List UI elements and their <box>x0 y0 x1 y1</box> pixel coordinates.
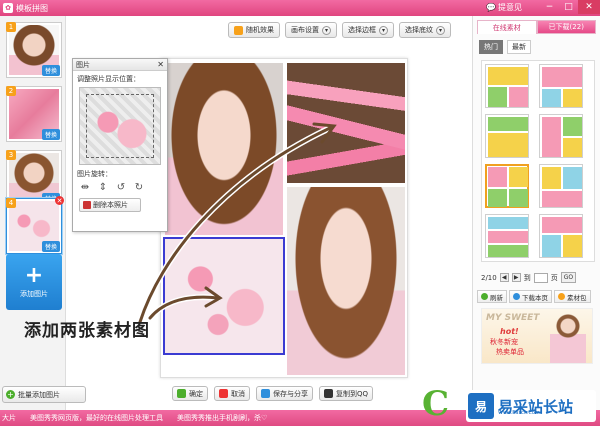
replace-button[interactable]: 替换 <box>41 65 60 76</box>
next-page-button[interactable]: ▶ <box>511 273 521 282</box>
app-icon: ✿ <box>3 3 13 13</box>
annotation-text: 添加两张素材图 <box>24 321 150 341</box>
chat-icon: 💬 <box>486 3 496 12</box>
cancel-button[interactable]: 取消 <box>214 386 250 401</box>
thumbnail-4[interactable]: 4 ✕ 替换 <box>5 196 64 255</box>
plus-icon: + <box>24 263 44 288</box>
template-item-selected[interactable] <box>485 164 529 208</box>
add-circle-icon: + <box>6 390 15 399</box>
template-item[interactable] <box>485 214 529 258</box>
random-effect-button[interactable]: 随机效果 <box>228 22 280 38</box>
thumbnail-column: 1 替换 2 替换 3 替换 4 ✕ 替换 + 添加图片 + 批量添加图片 <box>0 16 86 410</box>
refresh-button[interactable]: 刷新 <box>477 290 507 303</box>
chevron-down-icon: ▾ <box>322 25 331 35</box>
batch-add-button[interactable]: + 批量添加图片 <box>2 386 86 403</box>
trash-icon <box>83 201 91 209</box>
dice-icon <box>234 25 243 35</box>
thumbnail-number: 3 <box>6 150 16 160</box>
collage-photo-1[interactable] <box>165 63 283 235</box>
chevron-down-icon: ▾ <box>379 25 388 35</box>
check-icon <box>177 389 186 398</box>
delete-photo-button[interactable]: 删除本照片 <box>79 198 141 212</box>
pagination: 2/10 ◀ ▶ 到 页 GO <box>481 272 577 283</box>
title-bar: ✿ 模板拼图 💬 提意见 − □ ✕ <box>0 0 600 16</box>
rotate-left-icon[interactable]: ↺ <box>115 181 127 193</box>
toolbar: 随机效果 画布设置 ▾ 选择边框 ▾ 选择底纹 ▾ <box>228 22 451 38</box>
flip-horizontal-icon[interactable]: ⇹ <box>79 181 91 193</box>
tab-online-materials[interactable]: 在线素材 <box>477 20 537 34</box>
ok-button[interactable]: 确定 <box>172 386 208 401</box>
model-image <box>550 313 586 363</box>
rotate-right-icon[interactable]: ↻ <box>133 181 145 193</box>
template-item[interactable] <box>539 114 583 158</box>
thumbnail-1[interactable]: 1 替换 <box>6 22 62 78</box>
replace-button[interactable]: 替换 <box>41 241 60 252</box>
template-item[interactable] <box>539 164 583 208</box>
close-icon[interactable]: ✕ <box>157 60 164 69</box>
site-logo: 易 <box>468 393 494 419</box>
collage-photo-2[interactable] <box>287 63 405 183</box>
action-buttons: 确定 取消 保存与分享 复制到QQ <box>172 386 374 401</box>
canvas-settings-button[interactable]: 画布设置 ▾ <box>285 22 337 38</box>
save-share-button[interactable]: 保存与分享 <box>256 386 313 401</box>
copy-to-qq-button[interactable]: 复制到QQ <box>319 386 374 401</box>
feedback-link[interactable]: 💬 提意见 <box>486 2 522 13</box>
status-link[interactable]: 美图秀秀网页版，最好的在线图片处理工具 <box>30 413 163 423</box>
thumbnail-number: 2 <box>6 86 16 96</box>
collage-canvas <box>160 58 408 378</box>
package-icon <box>558 293 565 300</box>
template-grid <box>481 60 595 262</box>
subtab-hot[interactable]: 热门 <box>479 40 503 54</box>
delete-icon[interactable]: ✕ <box>55 196 64 205</box>
select-border-button[interactable]: 选择边框 ▾ <box>342 22 394 38</box>
position-preview[interactable] <box>79 87 161 165</box>
advertisement-banner[interactable]: MY SWEET hot! 秋冬新宠 热卖单品 <box>481 308 593 364</box>
collage-photo-3[interactable] <box>287 187 405 375</box>
go-button[interactable]: GO <box>560 272 577 283</box>
add-image-button[interactable]: + 添加图片 <box>6 254 62 310</box>
photo-settings-panel: 图片 ✕ 调整照片显示位置： 图片旋转： ⇹ ⇕ ↺ ↻ 删除本照片 <box>72 58 168 232</box>
crop-frame[interactable] <box>86 94 154 158</box>
qq-icon <box>324 389 333 398</box>
photo-panel-header[interactable]: 图片 ✕ <box>73 59 167 71</box>
template-item[interactable] <box>539 64 583 108</box>
page-input[interactable] <box>533 272 548 283</box>
collage-photo-4-selected[interactable] <box>163 237 285 355</box>
refresh-icon <box>481 293 488 300</box>
select-texture-button[interactable]: 选择底纹 ▾ <box>399 22 451 38</box>
maximize-button[interactable]: □ <box>559 0 578 14</box>
close-button[interactable]: ✕ <box>578 0 600 14</box>
flip-vertical-icon[interactable]: ⇕ <box>97 181 109 193</box>
watermark: C 易 易采站长站 Www.Easck.Com <box>420 384 600 426</box>
chevron-down-icon: ▾ <box>436 25 445 35</box>
thumbnail-number: 4 <box>6 198 16 208</box>
rotate-label: 图片旋转： <box>77 170 112 178</box>
thumbnail-2[interactable]: 2 替换 <box>6 86 62 142</box>
save-icon <box>261 389 270 398</box>
cancel-icon <box>219 389 228 398</box>
position-label: 调整照片显示位置： <box>77 75 140 83</box>
template-item[interactable] <box>485 114 529 158</box>
thumbnail-number: 1 <box>6 22 16 32</box>
replace-button[interactable]: 替换 <box>41 129 60 140</box>
prev-page-button[interactable]: ◀ <box>499 273 509 282</box>
tab-downloaded[interactable]: 已下载(22) <box>536 20 596 34</box>
minimize-button[interactable]: − <box>540 0 559 14</box>
status-link[interactable]: 美图秀秀推出手机剧刷，杀♡ <box>177 413 267 423</box>
download-icon <box>513 293 520 300</box>
template-item[interactable] <box>539 214 583 258</box>
page-indicator: 2/10 <box>481 273 497 282</box>
subtab-newest[interactable]: 最新 <box>507 40 531 54</box>
download-page-button[interactable]: 下载本页 <box>509 290 552 303</box>
material-pack-button[interactable]: 素材包 <box>554 290 591 303</box>
window-title: 模板拼图 <box>16 3 48 13</box>
materials-panel: 在线素材 已下载(22) 热门 最新 2/10 ◀ ▶ 到 页 GO 刷新 下载… <box>472 16 600 410</box>
template-item[interactable] <box>485 64 529 108</box>
